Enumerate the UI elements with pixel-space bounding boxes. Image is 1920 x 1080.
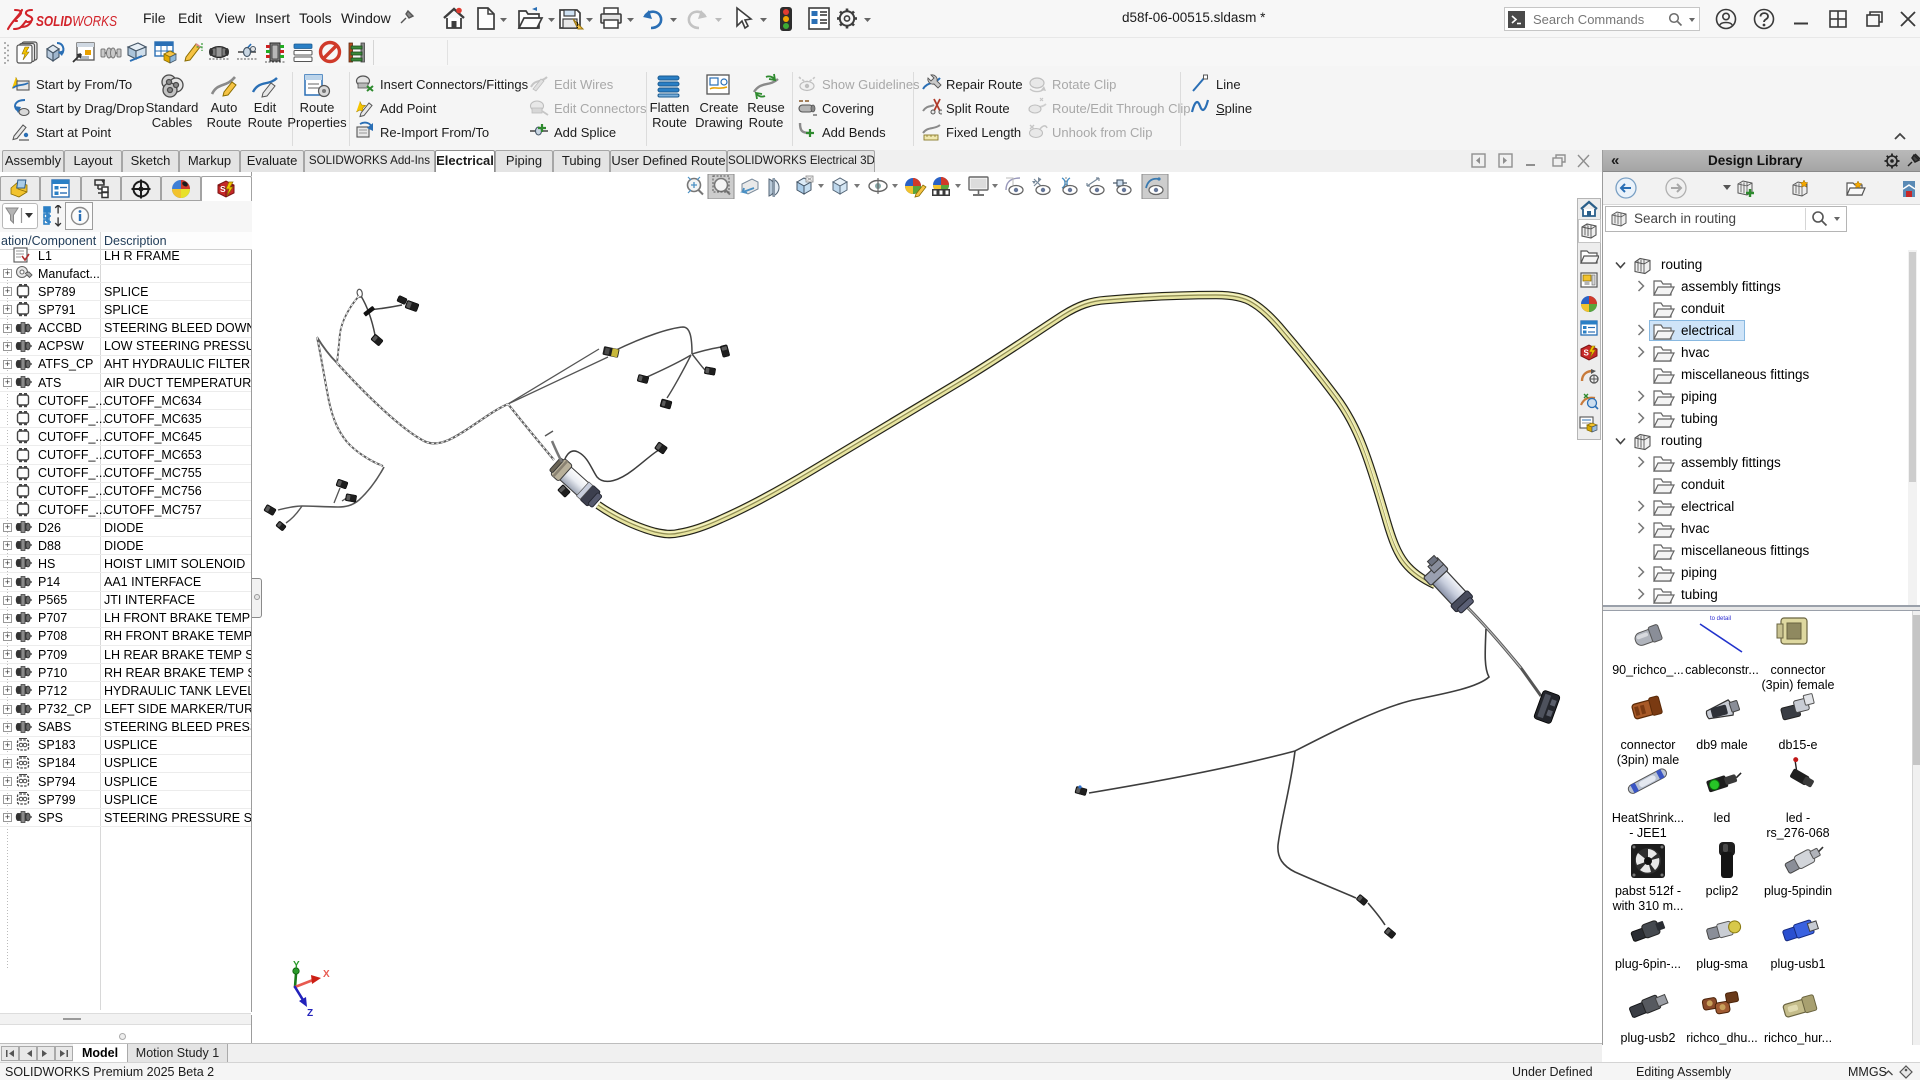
svg-text:SOLIDWORKS: SOLIDWORKS (36, 13, 117, 30)
svg-text:Y: Y (293, 960, 300, 971)
svg-text:S: S (220, 184, 226, 194)
svg-text:to detail: to detail (1710, 616, 1731, 622)
svg-text:!: ! (576, 21, 579, 30)
svg-text:X: X (323, 969, 330, 980)
svg-text:Z: Z (307, 1008, 313, 1019)
